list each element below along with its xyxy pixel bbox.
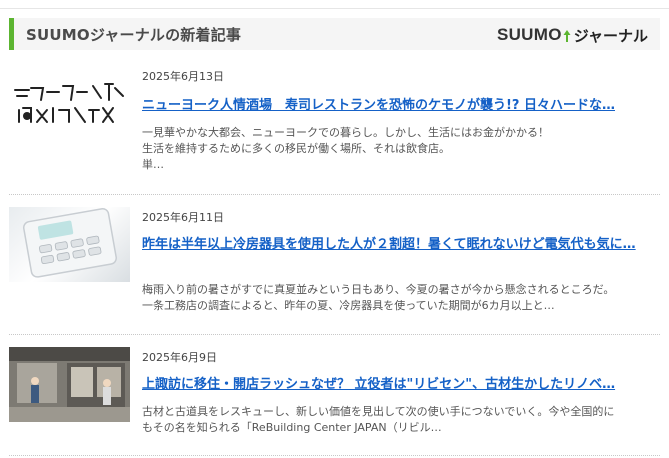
suumo-journal-logo[interactable]: SUUMO ジャーナル bbox=[497, 24, 648, 46]
article-item[interactable]: 2025年6月13日 ニューヨーク人情酒場 寿司レストランを恐怖のケモノが襲う!… bbox=[9, 66, 660, 176]
article-excerpt-line: 一条工務店の調査によると、昨年の夏、冷房器具を使っていた期間が6カ月以上と… bbox=[142, 299, 555, 312]
divider bbox=[9, 455, 660, 456]
top-border bbox=[0, 0, 669, 9]
section-header: SUUMOジャーナルの新着記事 SUUMO ジャーナル bbox=[9, 18, 660, 50]
divider bbox=[9, 334, 660, 335]
article-thumbnail[interactable] bbox=[9, 207, 130, 282]
article-thumbnail[interactable] bbox=[9, 66, 130, 141]
article-date: 2025年6月11日 bbox=[142, 211, 224, 224]
brand-journal-text: ジャーナル bbox=[573, 26, 648, 45]
article-item[interactable]: 2025年6月9日 上諏訪に移住・開店ラッシュなぜ？ 立役者は"リビセン"、古材… bbox=[9, 347, 660, 447]
article-excerpt-line: 梅雨入り前の暑さがすでに真夏並みという日もあり、今夏の暑さが今から懸念されるとこ… bbox=[142, 283, 615, 296]
article-title-link[interactable]: 上諏訪に移住・開店ラッシュなぜ？ 立役者は"リビセン"、古材生かしたリノベ… bbox=[142, 375, 657, 394]
section-title: SUUMOジャーナルの新着記事 bbox=[26, 26, 242, 44]
article-date: 2025年6月13日 bbox=[142, 70, 224, 83]
article-thumbnail[interactable] bbox=[9, 347, 130, 422]
header-accent-bar bbox=[9, 18, 14, 50]
up-arrow-icon bbox=[563, 28, 571, 42]
article-date: 2025年6月9日 bbox=[142, 351, 217, 364]
divider bbox=[9, 194, 660, 195]
article-excerpt-line: 古材と古道具をレスキューし、新しい価値を見出して次の使い手につないでいく。今や全… bbox=[142, 405, 615, 418]
article-excerpt-line: 一見華やかな大都会、ニューヨークでの暮らし。しかし、生活にはお金がかかる！ bbox=[142, 126, 549, 139]
article-excerpt-line: 単… bbox=[142, 158, 164, 171]
brand-suumo-text: SUUMO bbox=[496, 25, 562, 44]
article-title-link[interactable]: ニューヨーク人情酒場 寿司レストランを恐怖のケモノが襲う!? 日々ハードな… bbox=[142, 96, 657, 115]
article-item[interactable]: 2025年6月11日 昨年は半年以上冷房器具を使用した人が２割超！暑くて眠れない… bbox=[9, 207, 660, 317]
article-title-link[interactable]: 昨年は半年以上冷房器具を使用した人が２割超！暑くて眠れないけど電気代も気に… bbox=[142, 235, 657, 254]
article-excerpt-line: 生活を維持するために多くの移民が働く場所、それは飲食店。 bbox=[142, 142, 450, 155]
article-excerpt-line: もその名を知られる「ReBuilding Center JAPAN（リビル… bbox=[142, 421, 442, 434]
